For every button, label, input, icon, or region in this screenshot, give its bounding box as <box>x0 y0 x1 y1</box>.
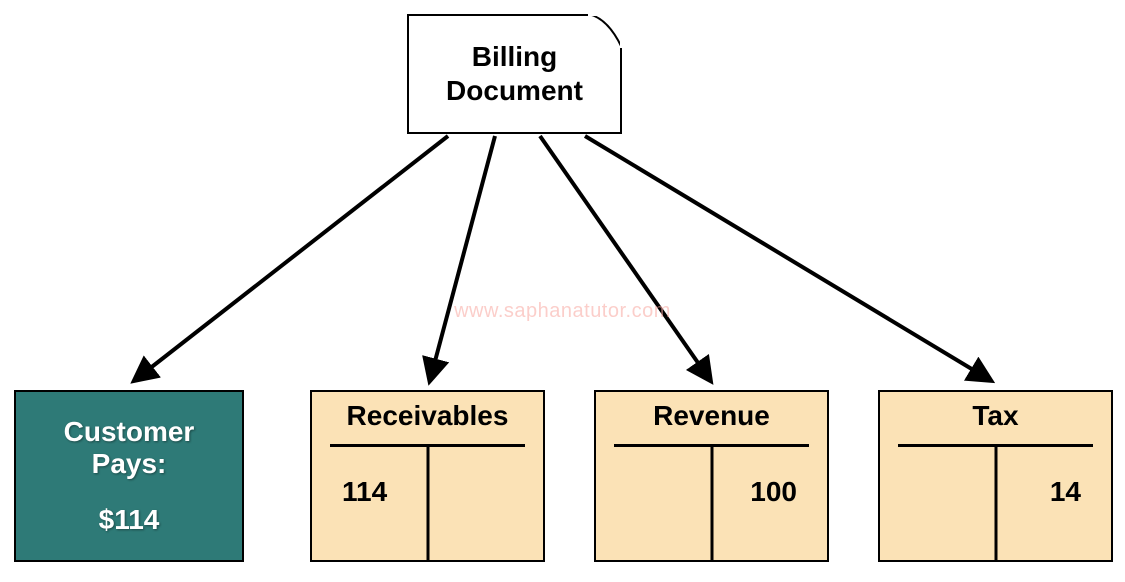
t-account-title: Revenue <box>596 392 827 432</box>
billing-document-title: Billing Document <box>446 40 583 107</box>
billing-document-title-line2: Document <box>446 75 583 106</box>
t-account-title: Tax <box>880 392 1111 432</box>
t-account-debit: 114 <box>342 476 387 508</box>
customer-pays-amount: $114 <box>16 504 242 536</box>
customer-pays-label: Customer Pays: <box>16 416 242 480</box>
t-account-credit: 100 <box>750 476 797 508</box>
t-account-vrule <box>994 444 997 560</box>
t-account-receivables: Receivables 114 <box>310 390 545 562</box>
watermark: www.saphanatutor.com <box>454 300 671 323</box>
customer-pays-node: Customer Pays: $114 <box>14 390 244 562</box>
page-fold-icon <box>588 14 622 48</box>
billing-document-title-line1: Billing <box>472 41 558 72</box>
t-account-title: Receivables <box>312 392 543 432</box>
t-account-credit: 14 <box>1050 476 1081 508</box>
t-account-vrule <box>710 444 713 560</box>
t-account-tax: Tax 14 <box>878 390 1113 562</box>
t-account-vrule <box>426 444 429 560</box>
customer-pays-label-line2: Pays: <box>92 448 167 479</box>
customer-pays-label-line1: Customer <box>64 416 195 447</box>
t-account-revenue: Revenue 100 <box>594 390 829 562</box>
billing-document-node: Billing Document <box>407 14 622 134</box>
